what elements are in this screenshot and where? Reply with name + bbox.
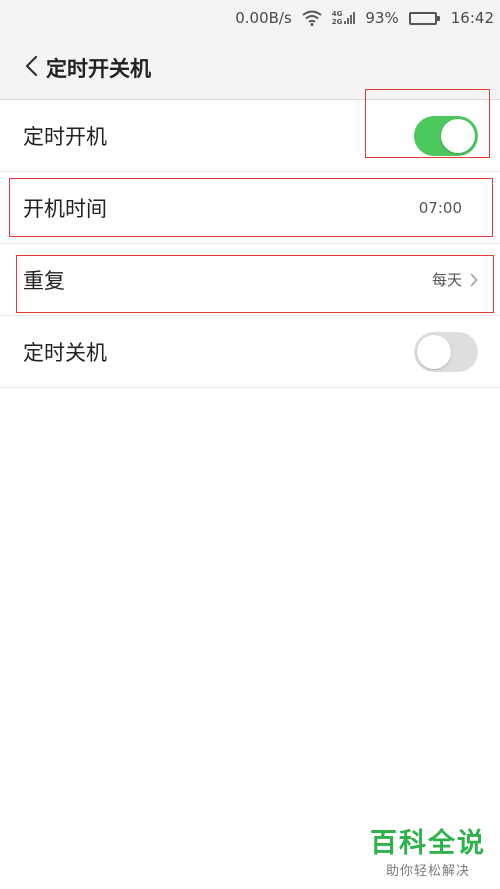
chevron-right-icon: [470, 273, 478, 287]
chevron-left-icon: [24, 55, 38, 81]
repeat-row[interactable]: 重复 每天: [0, 244, 500, 316]
toggle-knob: [417, 334, 451, 369]
wifi-icon: [302, 10, 322, 26]
auto-power-off-toggle[interactable]: [414, 331, 478, 372]
back-button[interactable]: [0, 36, 44, 100]
cellular-signal: 4G 2G: [332, 10, 356, 26]
auto-power-on-row[interactable]: 定时开机: [0, 100, 500, 172]
repeat-value: 每天: [431, 271, 462, 289]
watermark: 百科全说 助你轻松解决: [370, 821, 486, 879]
repeat-label: 重复: [23, 268, 65, 293]
auto-power-on-toggle[interactable]: [414, 115, 478, 156]
signal-bars-icon: [344, 12, 356, 24]
battery-percent: 93%: [365, 9, 399, 27]
watermark-title: 百科全说: [370, 828, 486, 859]
settings-list: 定时开机 开机时间 07:00 重复 每天 定时关机: [0, 100, 500, 388]
battery-icon: [408, 11, 440, 25]
network-speed: 0.00B/s: [235, 9, 292, 27]
network-type-badge: 4G 2G: [331, 10, 343, 26]
page-title: 定时开关机: [46, 56, 151, 81]
auto-power-off-row[interactable]: 定时关机: [0, 316, 500, 388]
title-bar: 定时开关机: [0, 36, 500, 100]
power-on-time-label: 开机时间: [23, 196, 107, 221]
clock: 16:42: [450, 9, 494, 27]
status-bar: 0.00B/s 4G 2G 93% 16:42: [0, 0, 500, 36]
auto-power-off-label: 定时关机: [23, 340, 107, 365]
power-on-time-row[interactable]: 开机时间 07:00: [0, 172, 500, 244]
toggle-knob: [441, 118, 475, 153]
auto-power-on-label: 定时开机: [23, 124, 107, 149]
watermark-subtitle: 助你轻松解决: [385, 864, 470, 879]
repeat-value-group: 每天: [432, 269, 478, 290]
power-on-time-value: 07:00: [418, 198, 462, 217]
